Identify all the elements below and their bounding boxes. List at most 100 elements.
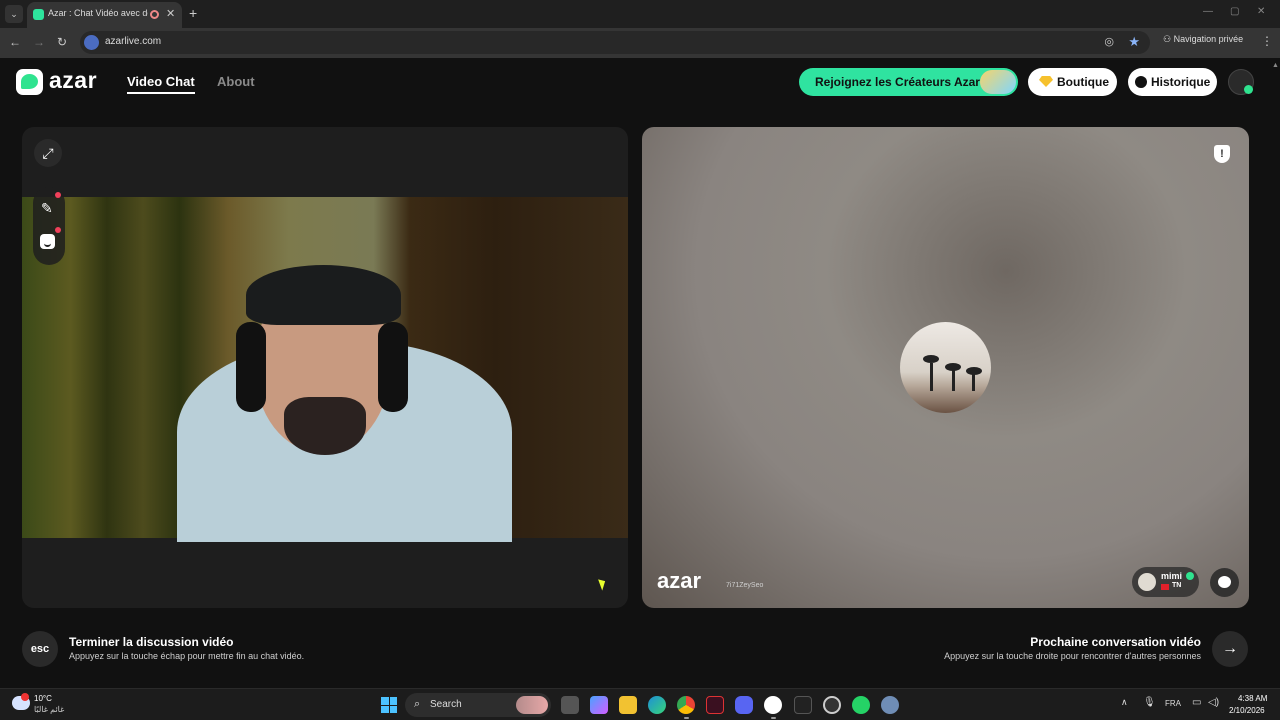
settings-gear-icon[interactable] (881, 696, 899, 714)
browser-menu-icon[interactable]: ⋮ (1261, 34, 1273, 48)
tab-list-button[interactable]: ⌄ (5, 5, 23, 23)
search-icon: ⌕ (414, 698, 421, 710)
obs-icon[interactable] (764, 696, 782, 714)
clock-date[interactable]: 2/10/2026 (1229, 706, 1265, 715)
azar-logo-icon[interactable] (16, 69, 43, 95)
browser-toolbar: ← → ↻ azarlive.com ◎ ★ ⚇ Navigation priv… (0, 28, 1280, 58)
history-label: Historique (1151, 75, 1211, 89)
whatsapp-icon[interactable] (852, 696, 870, 714)
browser-tab-azar[interactable]: Azar : Chat Vidéo avec de n ✕ (27, 2, 182, 28)
filter-notification-dot (55, 227, 61, 233)
creators-illustration-icon (980, 70, 1016, 94)
magic-wand-icon[interactable]: ✎ (41, 200, 53, 217)
copilot-icon[interactable] (590, 696, 608, 714)
browser-tab-bar: ⌄ Azar : Chat Vidéo avec de n ✕ + — ▢ ✕ (0, 0, 1280, 28)
boutique-label: Boutique (1057, 75, 1109, 89)
self-video-panel: ⤢ ✎ (22, 127, 628, 608)
azar-logo-text[interactable]: azar (49, 67, 97, 94)
edge-browser-icon[interactable] (648, 696, 666, 714)
search-label: Search (430, 699, 462, 710)
end-chat-subtitle: Appuyez sur la touche échap pour mettre … (69, 651, 305, 661)
steam-icon[interactable] (823, 696, 841, 714)
chat-bubble-icon[interactable] (1210, 568, 1239, 597)
eye-off-icon[interactable]: ◎ (1104, 35, 1114, 48)
palm-tree-trunk (930, 363, 933, 391)
active-nav-underline (127, 92, 195, 94)
nav-about[interactable]: About (217, 74, 255, 89)
self-camera-feed (22, 197, 628, 542)
windows-start-icon[interactable] (381, 697, 397, 713)
microphone-icon[interactable]: 🎙 (1143, 697, 1156, 708)
chrome-running-indicator (684, 717, 689, 719)
partner-name: mimi (1161, 571, 1183, 581)
history-button[interactable]: Historique (1128, 68, 1217, 96)
terminal-icon[interactable] (794, 696, 812, 714)
file-explorer-icon[interactable] (619, 696, 637, 714)
azar-app: azar Video Chat About Rejoignez les Créa… (0, 58, 1280, 687)
next-chat-button[interactable]: → (1212, 631, 1248, 667)
bookmark-star-icon[interactable]: ★ (1128, 34, 1140, 50)
show-hidden-icons-chevron-icon[interactable]: ∧ (1121, 697, 1128, 708)
chrome-icon[interactable] (677, 696, 695, 714)
end-chat-button[interactable]: esc (22, 631, 58, 667)
incognito-indicator[interactable]: ⚇ Navigation privée (1163, 34, 1243, 45)
join-creators-label: Rejoignez les Créateurs Azar (815, 75, 980, 89)
minimize-button[interactable]: — (1203, 6, 1213, 17)
headphone-right (378, 322, 408, 412)
headphone-left (236, 322, 266, 412)
partner-video-panel: ! azar 7i71ZeySeo mimi TN (642, 127, 1249, 608)
video-effects-toolbar: ✎ (33, 187, 65, 265)
effects-notification-dot (55, 192, 61, 198)
weather-alert-badge (21, 693, 29, 701)
nav-video-chat[interactable]: Video Chat (127, 74, 195, 89)
palm-tree-top (923, 355, 939, 363)
task-view-icon[interactable] (561, 696, 579, 714)
report-shield-icon[interactable]: ! (1214, 145, 1230, 163)
partner-watermark-logo: azar (657, 568, 702, 593)
person-cap (246, 265, 401, 325)
palm-tree-trunk (952, 369, 955, 391)
palm-tree-top (966, 367, 982, 375)
windows-taskbar: 10°C غائم غالبًا ⌕ Search ∧ 🎙 FRA ▭ ◁) 4… (0, 688, 1280, 720)
palm-tree-top (945, 363, 961, 371)
join-creators-button[interactable]: Rejoignez les Créateurs Azar (799, 68, 1018, 96)
end-chat-title: Terminer la discussion vidéo (69, 635, 234, 649)
next-chat-title: Prochaine conversation vidéo (1030, 635, 1201, 649)
language-indicator[interactable]: FRA (1165, 699, 1181, 708)
discord-icon[interactable] (735, 696, 753, 714)
site-info-icon[interactable] (84, 35, 99, 50)
video-editor-icon[interactable] (706, 696, 724, 714)
volume-icon[interactable]: ◁) (1208, 697, 1219, 708)
recording-indicator-icon (150, 10, 159, 19)
partner-watermark-id: 7i71ZeySeo (726, 582, 764, 589)
face-filter-icon[interactable] (40, 234, 55, 249)
taskbar-search[interactable]: ⌕ Search (405, 693, 551, 717)
incognito-label: Navigation privée (1173, 34, 1244, 44)
back-arrow-icon[interactable]: ← (9, 35, 21, 49)
incognito-icon: ⚇ (1163, 34, 1174, 44)
tab-close-icon[interactable]: ✕ (166, 7, 175, 20)
partner-mini-avatar (1138, 573, 1156, 591)
maximize-button[interactable]: ▢ (1230, 6, 1239, 17)
verified-icon (1186, 572, 1194, 580)
forward-arrow-icon[interactable]: → (33, 35, 45, 49)
boutique-button[interactable]: Boutique (1028, 68, 1117, 96)
partner-country: TN (1172, 582, 1182, 589)
reload-icon[interactable]: ↻ (57, 35, 67, 49)
network-icon[interactable]: ▭ (1192, 697, 1201, 708)
expand-icon[interactable]: ⤢ (34, 139, 62, 167)
clock-time[interactable]: 4:38 AM (1238, 694, 1267, 703)
close-window-button[interactable]: ✕ (1257, 6, 1265, 17)
weather-description[interactable]: غائم غالبًا (34, 705, 64, 714)
partner-profile-chip[interactable]: mimi TN (1132, 567, 1199, 597)
scroll-up-arrow-icon[interactable]: ▲ (1272, 62, 1279, 69)
address-bar[interactable]: azarlive.com ◎ ★ (80, 31, 1150, 54)
url-text: azarlive.com (105, 36, 162, 47)
person-beard (284, 397, 366, 455)
weather-temperature[interactable]: 10°C (34, 694, 52, 703)
search-highlight-icon (516, 696, 548, 714)
next-chat-subtitle: Appuyez sur la touche droite pour rencon… (944, 651, 1201, 661)
new-tab-button[interactable]: + (189, 5, 197, 21)
palm-tree-trunk (972, 373, 975, 391)
flag-icon (1161, 584, 1169, 590)
